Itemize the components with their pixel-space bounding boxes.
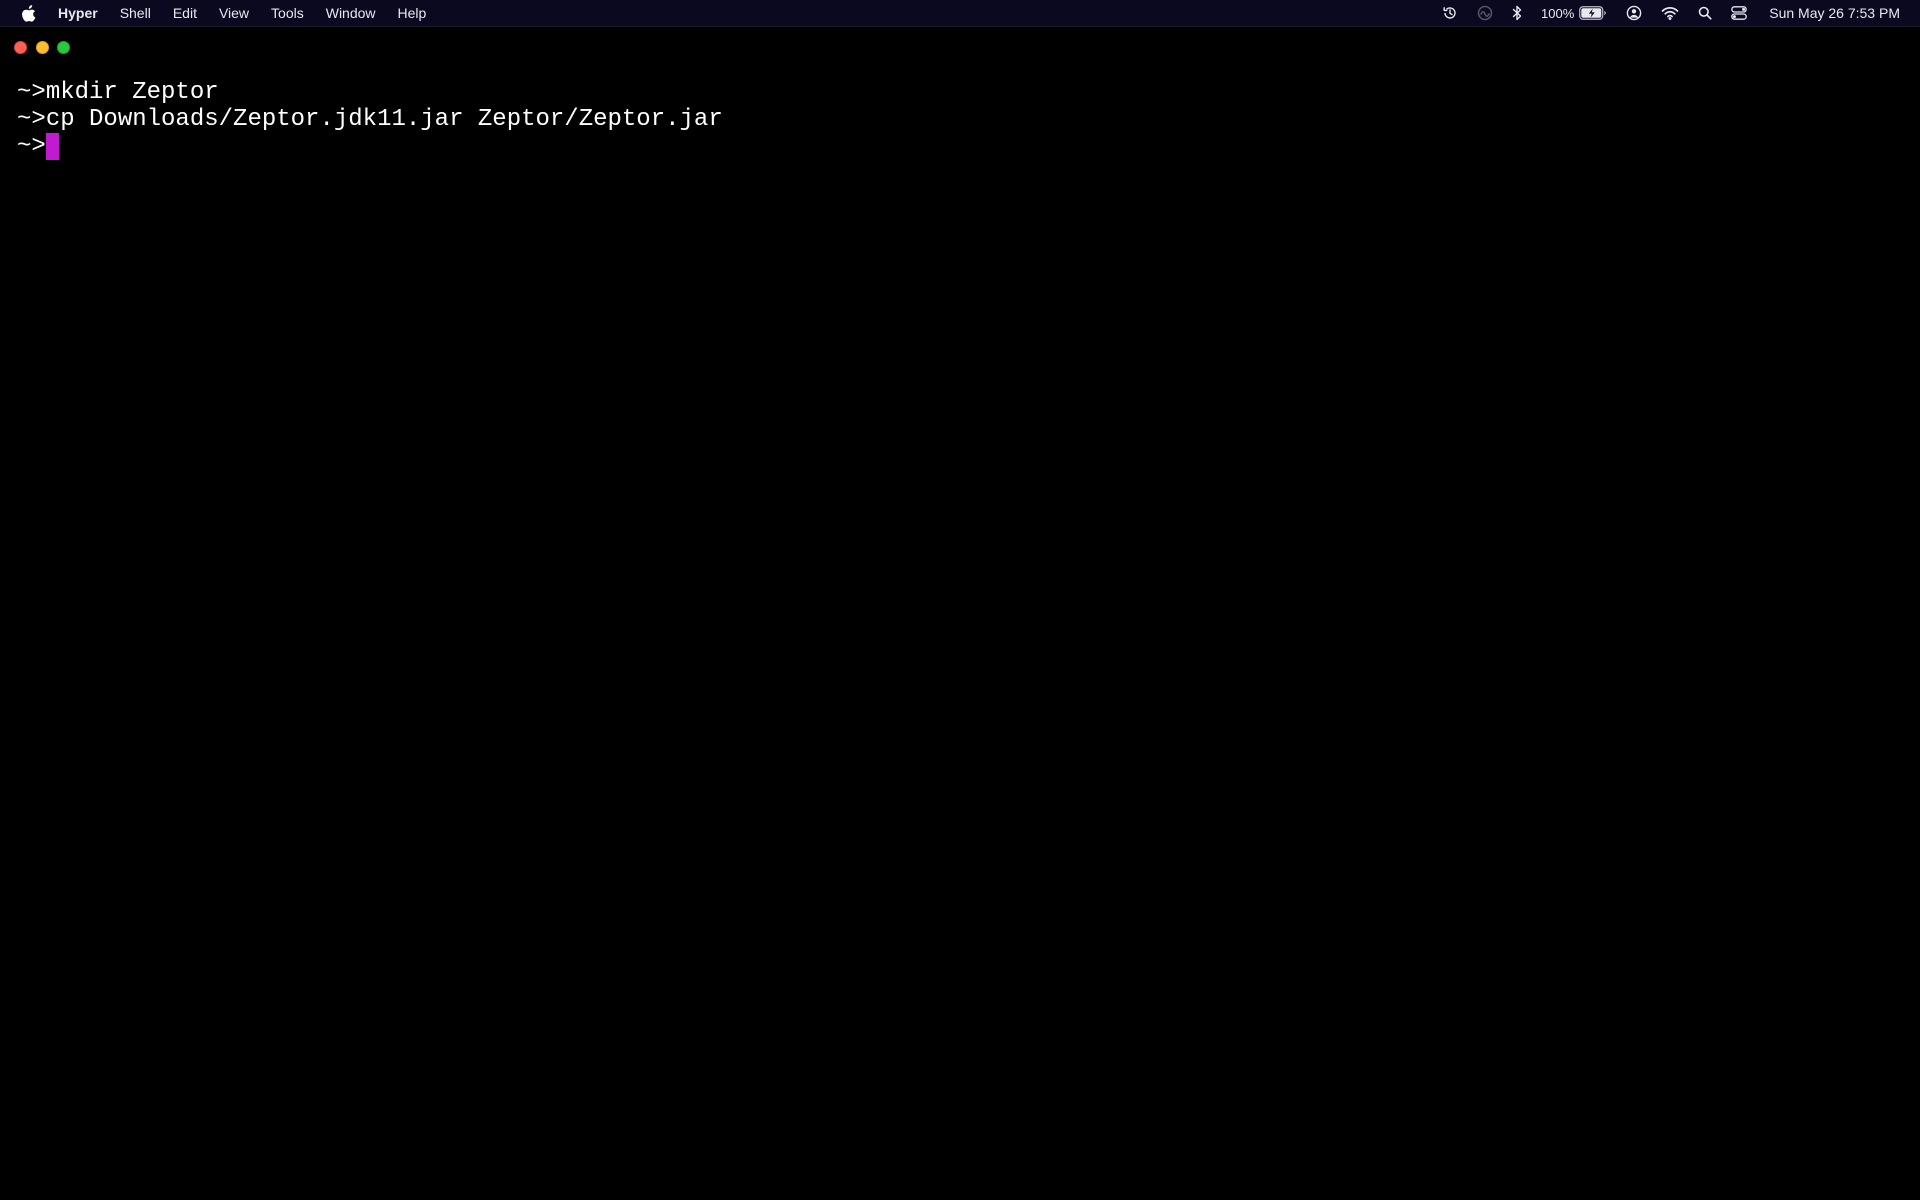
menu-bar-clock[interactable]: Sun May 26 7:53 PM: [1769, 5, 1900, 21]
terminal-command: mkdir Zeptor: [45, 79, 219, 106]
menu-bar-status-area: 100% Sun May 26 7:53 PM: [1423, 0, 1900, 26]
control-center-icon[interactable]: [1731, 0, 1748, 26]
window-controls: [14, 41, 79, 54]
menu-edit[interactable]: Edit: [173, 0, 197, 26]
terminal-cursor: [45, 133, 59, 160]
menu-view[interactable]: View: [219, 0, 249, 26]
terminal-prompt: ~>: [17, 133, 46, 160]
menu-bar: Hyper Shell Edit View Tools Window Help: [0, 0, 1920, 26]
window-close-button[interactable]: [14, 41, 27, 54]
user-icon[interactable]: [1626, 0, 1642, 26]
terminal-command: cp Downloads/Zeptor.jdk11.jar Zeptor/Zep…: [45, 106, 723, 133]
terminal-window: ~> mkdir Zeptor ~> cp Downloads/Zeptor.jdk…: [0, 26, 1920, 1200]
battery-status[interactable]: 100%: [1541, 0, 1607, 26]
terminal-line: ~> mkdir Zeptor: [17, 79, 1903, 106]
terminal-prompt: ~>: [17, 106, 46, 133]
terminal-line: ~> cp Downloads/Zeptor.jdk11.jar Zeptor/Z…: [17, 106, 1903, 133]
wifi-icon[interactable]: [1661, 0, 1679, 26]
siri-icon[interactable]: [1477, 0, 1493, 26]
menu-shell[interactable]: Shell: [120, 0, 151, 26]
time-machine-icon[interactable]: [1442, 0, 1458, 26]
window-zoom-button[interactable]: [57, 41, 70, 54]
terminal-input-line[interactable]: ~>: [17, 133, 1903, 160]
bluetooth-icon[interactable]: [1512, 0, 1522, 26]
menu-help[interactable]: Help: [398, 0, 427, 26]
terminal-prompt: ~>: [17, 79, 46, 106]
menu-app-name[interactable]: Hyper: [58, 0, 98, 26]
menu-tools[interactable]: Tools: [271, 0, 304, 26]
apple-logo-icon[interactable]: [20, 4, 38, 22]
spotlight-search-icon[interactable]: [1698, 0, 1712, 26]
window-minimize-button[interactable]: [35, 41, 49, 54]
terminal-output[interactable]: ~> mkdir Zeptor ~> cp Downloads/Zeptor.jdk…: [17, 79, 1903, 1200]
battery-percent: 100%: [1541, 5, 1575, 21]
menu-window[interactable]: Window: [326, 0, 376, 26]
menu-bar-left: Hyper Shell Edit View Tools Window Help: [0, 0, 448, 26]
battery-icon: [1579, 6, 1607, 20]
